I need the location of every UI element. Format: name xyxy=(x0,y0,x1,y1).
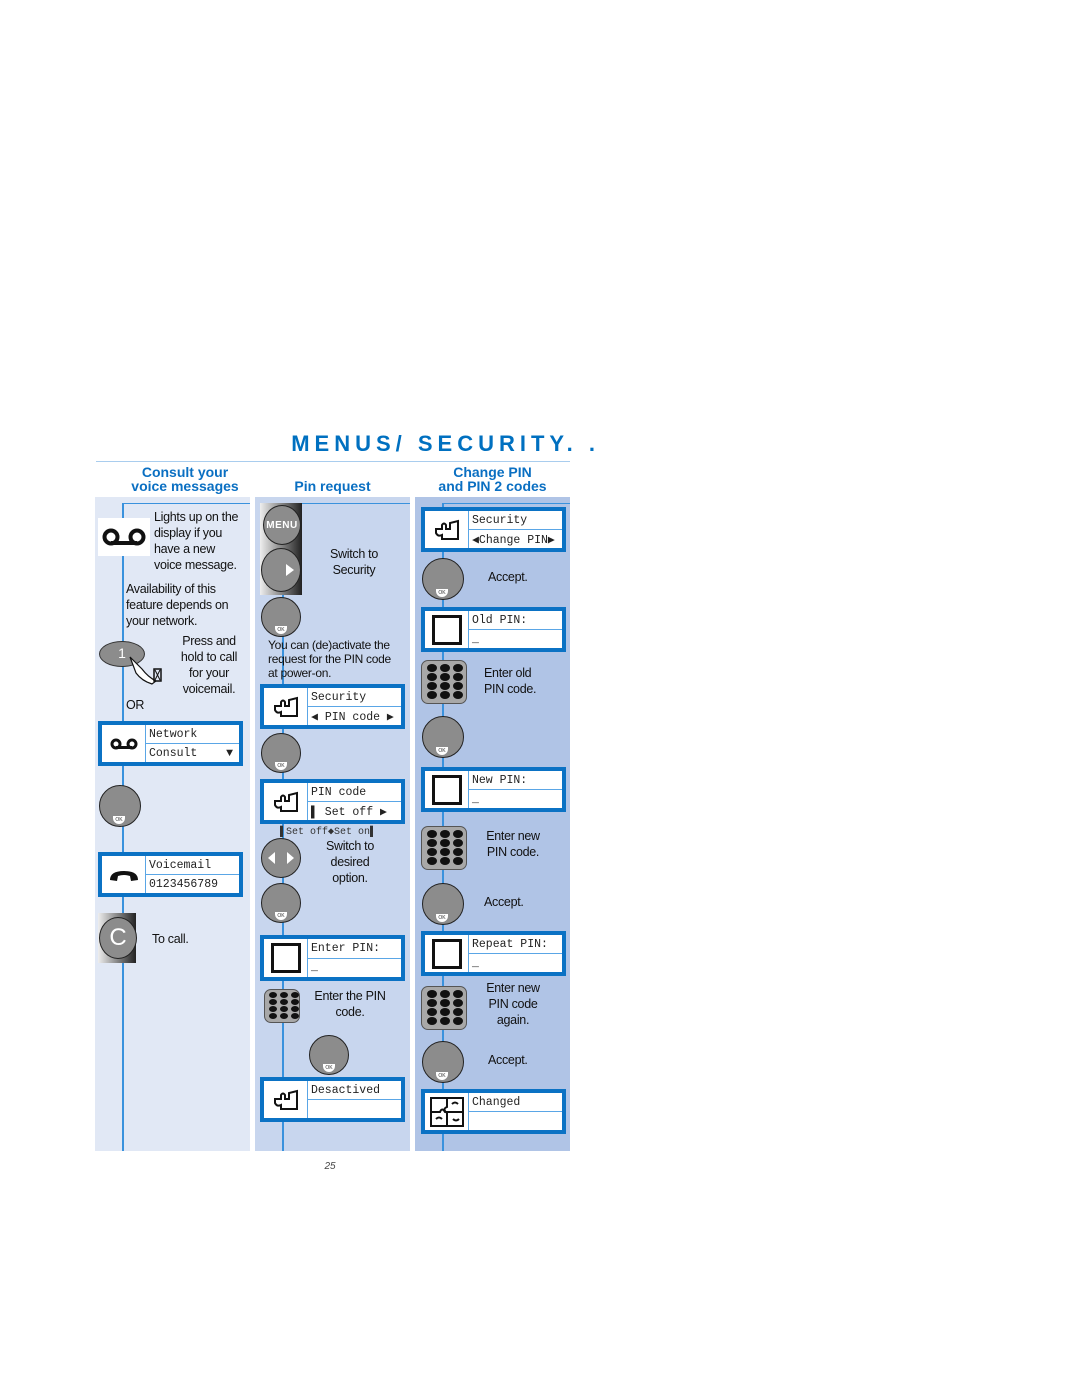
pin-input-field[interactable]: _ xyxy=(308,957,401,978)
screen-line xyxy=(469,1111,562,1130)
menu-button[interactable]: MENU xyxy=(263,505,301,545)
ok-button[interactable]: OK xyxy=(261,597,301,637)
screen-line: PIN code xyxy=(311,785,367,799)
screen-security-pin-code: Security ◀ PIN code ▶ xyxy=(260,684,405,729)
enter-new-pin-text: Enter new PIN code. xyxy=(486,829,540,859)
pin-request-info: You can (de)activate the request for the … xyxy=(268,638,391,680)
voicemail-indicator-text: Lights up on the display if you have a new… xyxy=(154,510,239,572)
title-rule xyxy=(96,461,570,462)
screen-line: Repeat PIN: xyxy=(472,937,548,951)
security-puzzle-icon xyxy=(425,511,469,548)
right-nav-button[interactable] xyxy=(261,548,301,592)
page-title: MENUS/ SECURITY. . xyxy=(291,431,600,456)
screen-line: Changed xyxy=(472,1095,521,1109)
screen-line: Security xyxy=(311,690,367,704)
switch-to-security-text: Switch to Security xyxy=(329,547,378,577)
screen-line: Consult ▼ xyxy=(146,743,239,762)
heading-pin-request: Pin request xyxy=(294,478,371,494)
screen-line: Desactived xyxy=(311,1083,381,1097)
screen-desactived: Desactived xyxy=(260,1077,405,1122)
hand-press-icon xyxy=(128,655,168,685)
accept-text: Accept. xyxy=(488,1053,528,1067)
ok-button[interactable]: OK xyxy=(422,883,464,925)
puzzle-complete-icon xyxy=(425,1093,469,1130)
screen-security-change-pin: Security ◀Change PIN▶ xyxy=(421,507,566,552)
ok-button[interactable]: OK xyxy=(99,785,141,827)
accept-text: Accept. xyxy=(488,570,528,584)
screen-line: ◀ PIN code ▶ xyxy=(308,706,401,725)
screen-line: ◀Change PIN▶ xyxy=(469,529,562,548)
keypad-icon[interactable] xyxy=(421,986,467,1030)
ok-button[interactable]: OK xyxy=(261,733,301,773)
screen-new-pin: New PIN: _ xyxy=(421,767,566,812)
ok-button[interactable]: OK xyxy=(422,1041,464,1083)
left-right-nav-button[interactable] xyxy=(261,838,301,878)
or-label: OR xyxy=(126,698,145,712)
voicemail-icon xyxy=(102,725,146,762)
screen-line: Security xyxy=(472,513,528,527)
ok-button[interactable]: OK xyxy=(422,558,464,600)
heading-line: Consult your xyxy=(141,464,229,480)
flow-line xyxy=(442,503,570,504)
heading-line: and PIN 2 codes xyxy=(438,478,547,494)
screen-line xyxy=(308,1099,401,1118)
accept-text: Accept. xyxy=(484,895,524,909)
heading-change-pin: Change PIN and PIN 2 codes xyxy=(405,465,580,493)
ok-button[interactable]: OK xyxy=(309,1035,349,1075)
screen-line: Enter PIN: xyxy=(311,941,381,955)
options-caption: ▌Set off◆Set on▌ xyxy=(280,827,377,838)
ok-button[interactable]: OK xyxy=(261,883,301,923)
flow-line xyxy=(122,503,124,1151)
phone-handset-icon xyxy=(102,856,146,893)
heading-line: voice messages xyxy=(131,478,239,494)
keypad-icon[interactable] xyxy=(421,826,467,870)
enter-old-pin-text: Enter old PIN code. xyxy=(484,666,537,696)
screen-enter-pin: Enter PIN: _ xyxy=(260,935,405,981)
screen-line: New PIN: xyxy=(472,773,528,787)
input-box-icon xyxy=(425,611,469,648)
c-key-button[interactable]: C xyxy=(99,917,137,959)
input-box-icon xyxy=(264,939,308,977)
page-number: 25 xyxy=(324,1161,336,1172)
screen-old-pin: Old PIN: _ xyxy=(421,607,566,652)
press-hold-text: Press and hold to call for your voicemail. xyxy=(180,634,238,696)
screen-network-consult: Network Consult ▼ xyxy=(98,721,243,766)
screen-line: ▌ Set off ▶ xyxy=(308,801,401,820)
screen-changed: Changed xyxy=(421,1089,566,1134)
right-arrow-icon xyxy=(287,852,294,864)
ok-button[interactable]: OK xyxy=(422,716,464,758)
screen-line: Network xyxy=(149,727,198,741)
repeat-pin-input[interactable]: _ xyxy=(469,953,562,972)
left-arrow-icon xyxy=(268,852,275,864)
input-box-icon xyxy=(425,935,469,972)
security-puzzle-icon xyxy=(264,688,308,725)
screen-line: Voicemail xyxy=(149,858,212,872)
heading-voice-messages: Consult your voice messages xyxy=(95,465,275,493)
enter-new-again-text: Enter new PIN code again. xyxy=(486,981,540,1027)
screen-repeat-pin: Repeat PIN: _ xyxy=(421,931,566,976)
screen-line: 0123456789 xyxy=(146,874,239,893)
screen-pin-code-set-off: PIN code ▌ Set off ▶ xyxy=(260,779,405,824)
keypad-icon[interactable] xyxy=(421,660,467,704)
input-box-icon xyxy=(425,771,469,808)
enter-pin-text: Enter the PIN code. xyxy=(314,989,386,1019)
new-pin-input[interactable]: _ xyxy=(469,789,562,808)
security-puzzle-icon xyxy=(264,783,308,820)
security-puzzle-icon xyxy=(264,1081,308,1118)
right-arrow-icon xyxy=(286,564,294,576)
dropdown-arrow-icon: ▼ xyxy=(226,746,233,760)
flow-line xyxy=(122,503,250,504)
old-pin-input[interactable]: _ xyxy=(469,629,562,648)
screen-line: Old PIN: xyxy=(472,613,528,627)
voicemail-icon xyxy=(98,518,150,556)
heading-line: Change PIN xyxy=(453,464,532,480)
keypad-icon[interactable] xyxy=(264,989,300,1023)
to-call-text: To call. xyxy=(152,932,189,946)
screen-voicemail-number: Voicemail 0123456789 xyxy=(98,852,243,897)
switch-option-text: Switch to desired option. xyxy=(325,839,374,885)
availability-note: Availability of this feature depends on yo… xyxy=(126,582,229,628)
